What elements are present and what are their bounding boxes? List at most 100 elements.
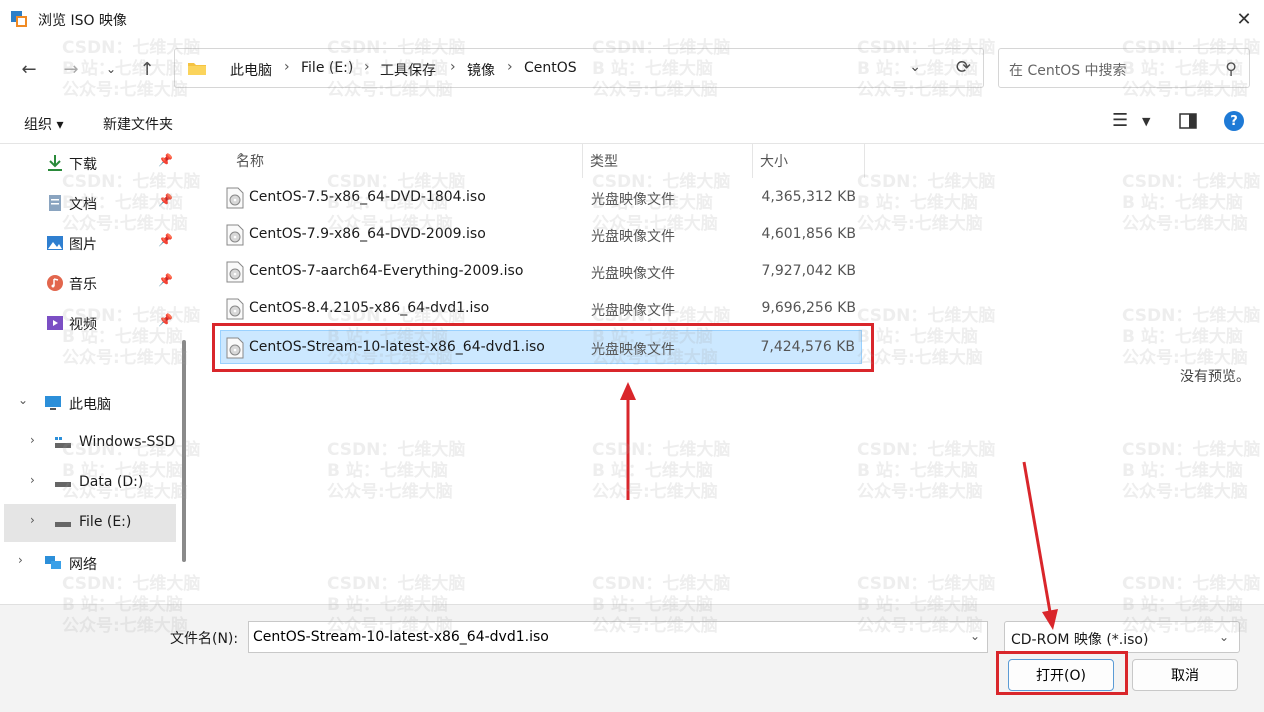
sidebar-item-data-drive[interactable]: › Data (D:): [0, 464, 176, 502]
chevron-right-icon[interactable]: ›: [30, 433, 35, 447]
sidebar-item-file-drive[interactable]: › File (E:): [4, 504, 176, 542]
help-icon[interactable]: ?: [1224, 111, 1244, 131]
sidebar-item-pictures[interactable]: 图片 📌: [0, 224, 176, 262]
view-dropdown-icon[interactable]: ▼: [1142, 115, 1150, 128]
view-options-icon[interactable]: ☰: [1112, 110, 1128, 131]
cancel-button[interactable]: 取消: [1132, 659, 1238, 691]
sidebar-item-videos[interactable]: 视频 📌: [0, 304, 176, 342]
column-header-name[interactable]: 名称 ^: [226, 144, 582, 178]
file-row[interactable]: CentOS-7-aarch64-Everything-2009.iso 光盘映…: [216, 255, 862, 289]
chevron-down-icon[interactable]: ⌄: [18, 393, 28, 407]
chevron-right-icon[interactable]: ›: [18, 553, 23, 567]
sidebar-item-label: Windows-SSD: [79, 434, 176, 450]
forward-icon[interactable]: →: [60, 58, 82, 80]
drive-icon: [55, 482, 71, 487]
pin-icon[interactable]: 📌: [158, 273, 173, 287]
disc-image-icon: [226, 337, 244, 359]
breadcrumb-separator-icon[interactable]: ›: [507, 59, 513, 75]
file-name: CentOS-7-aarch64-Everything-2009.iso: [249, 263, 524, 279]
disc-image-icon: [226, 187, 244, 209]
file-row-selected[interactable]: CentOS-Stream-10-latest-x86_64-dvd1.iso …: [220, 330, 862, 364]
file-type: 光盘映像文件: [591, 229, 675, 245]
file-type: 光盘映像文件: [591, 266, 675, 282]
organize-button[interactable]: 组织 ▾: [24, 114, 63, 134]
dialog-footer: 文件名(N): ⌄ CD-ROM 映像 (*.iso) ⌄ 打开(O) 取消: [0, 604, 1264, 712]
sidebar-item-documents[interactable]: 文档 📌: [0, 184, 176, 222]
close-button[interactable]: ✕: [1224, 0, 1264, 38]
computer-icon: [45, 396, 61, 410]
sidebar-item-label: 音乐: [69, 277, 97, 293]
sidebar-item-label: Data (D:): [79, 474, 144, 490]
sidebar-scrollbar[interactable]: [182, 340, 186, 562]
filename-dropdown-icon[interactable]: ⌄: [970, 629, 980, 643]
column-header-type[interactable]: 类型: [580, 144, 750, 178]
video-icon: [47, 316, 63, 330]
pin-icon[interactable]: 📌: [158, 313, 173, 327]
address-bar[interactable]: 此电脑 › File (E:) › 工具保存 › 镜像 › CentOS ⌄ ⟳: [174, 48, 984, 88]
file-size: 7,927,042 KB: [761, 263, 857, 279]
breadcrumb-separator-icon[interactable]: ›: [284, 59, 290, 75]
disc-image-icon: [226, 224, 244, 246]
breadcrumb-this-pc[interactable]: 此电脑: [230, 60, 272, 80]
chevron-right-icon[interactable]: ›: [30, 473, 35, 487]
breadcrumb-centos[interactable]: CentOS: [524, 60, 577, 76]
refresh-icon[interactable]: ⟳: [956, 57, 971, 78]
command-bar: 组织 ▾ 新建文件夹 ☰ ▼ ?: [0, 100, 1264, 144]
filetype-select[interactable]: CD-ROM 映像 (*.iso) ⌄: [1004, 621, 1240, 653]
breadcrumb-images[interactable]: 镜像: [467, 60, 495, 80]
recent-dropdown-icon[interactable]: ⌄: [100, 58, 122, 80]
sidebar-item-label: 网络: [69, 557, 97, 573]
file-row[interactable]: CentOS-7.9-x86_64-DVD-2009.iso 光盘映像文件 4,…: [216, 218, 862, 252]
network-icon: [45, 556, 61, 569]
chevron-down-icon: ⌄: [1218, 630, 1229, 644]
sort-ascending-icon: ^: [236, 151, 247, 165]
breadcrumb-drive[interactable]: File (E:): [301, 60, 353, 76]
sidebar-item-label: 图片: [69, 237, 97, 253]
search-box[interactable]: 在 CentOS 中搜索 ⚲: [998, 48, 1250, 88]
sidebar-item-label: File (E:): [79, 514, 132, 530]
preview-empty-text: 没有预览。: [1180, 369, 1250, 385]
back-icon[interactable]: ←: [18, 58, 40, 80]
download-icon: [48, 155, 62, 171]
file-list: 名称 ^ 类型 大小 CentOS-7.5-x86_64-DVD-1804.is…: [196, 144, 1264, 604]
file-row[interactable]: CentOS-7.5-x86_64-DVD-1804.iso 光盘映像文件 4,…: [216, 181, 862, 215]
search-input[interactable]: 在 CentOS 中搜索: [1009, 60, 1127, 80]
open-button[interactable]: 打开(O): [1008, 659, 1114, 691]
file-type: 光盘映像文件: [591, 342, 675, 358]
file-size: 4,601,856 KB: [761, 226, 857, 242]
filename-input[interactable]: [248, 621, 988, 653]
sidebar-item-label: 此电脑: [69, 397, 111, 413]
address-dropdown-icon[interactable]: ⌄: [909, 59, 921, 75]
sidebar-item-label: 视频: [69, 317, 97, 333]
breadcrumb-separator-icon[interactable]: ›: [364, 59, 370, 75]
preview-pane-icon[interactable]: [1179, 113, 1197, 129]
sidebar-item-downloads[interactable]: 下载 📌: [0, 144, 176, 182]
sidebar-item-music[interactable]: 音乐 📌: [0, 264, 176, 302]
window-title: 浏览 ISO 映像: [38, 13, 127, 29]
navigation-pane: 下载 📌 文档 📌 图片 📌 音乐 📌 视频 📌 ⌄ 此电脑 › Windows…: [0, 144, 190, 604]
new-folder-button[interactable]: 新建文件夹: [103, 114, 173, 134]
sidebar-item-this-pc[interactable]: ⌄ 此电脑: [0, 384, 176, 422]
search-icon[interactable]: ⚲: [1225, 59, 1237, 78]
file-type: 光盘映像文件: [591, 303, 675, 319]
pin-icon[interactable]: 📌: [158, 233, 173, 247]
column-divider[interactable]: [864, 144, 865, 178]
filename-label: 文件名(N):: [170, 631, 239, 647]
file-row[interactable]: CentOS-8.4.2105-x86_64-dvd1.iso 光盘映像文件 9…: [216, 292, 862, 326]
file-size: 7,424,576 KB: [760, 339, 856, 355]
music-icon: [47, 275, 63, 291]
chevron-right-icon[interactable]: ›: [30, 513, 35, 527]
sidebar-item-windows-ssd[interactable]: › Windows-SSD: [0, 424, 176, 462]
column-header-size[interactable]: 大小: [750, 144, 862, 178]
breadcrumb-separator-icon[interactable]: ›: [450, 59, 456, 75]
sidebar-item-network[interactable]: › 网络: [0, 544, 176, 582]
navigation-bar: ← → ⌄ ↑ 此电脑 › File (E:) › 工具保存 › 镜像 › Ce…: [0, 38, 1264, 100]
app-icon: [11, 11, 27, 27]
pin-icon[interactable]: 📌: [158, 153, 173, 167]
up-icon[interactable]: ↑: [136, 58, 158, 80]
pin-icon[interactable]: 📌: [158, 193, 173, 207]
file-name: CentOS-7.5-x86_64-DVD-1804.iso: [249, 189, 486, 205]
sidebar-item-label: 下载: [69, 157, 97, 173]
breadcrumb-tools[interactable]: 工具保存: [380, 60, 436, 80]
drive-icon: [55, 522, 71, 527]
